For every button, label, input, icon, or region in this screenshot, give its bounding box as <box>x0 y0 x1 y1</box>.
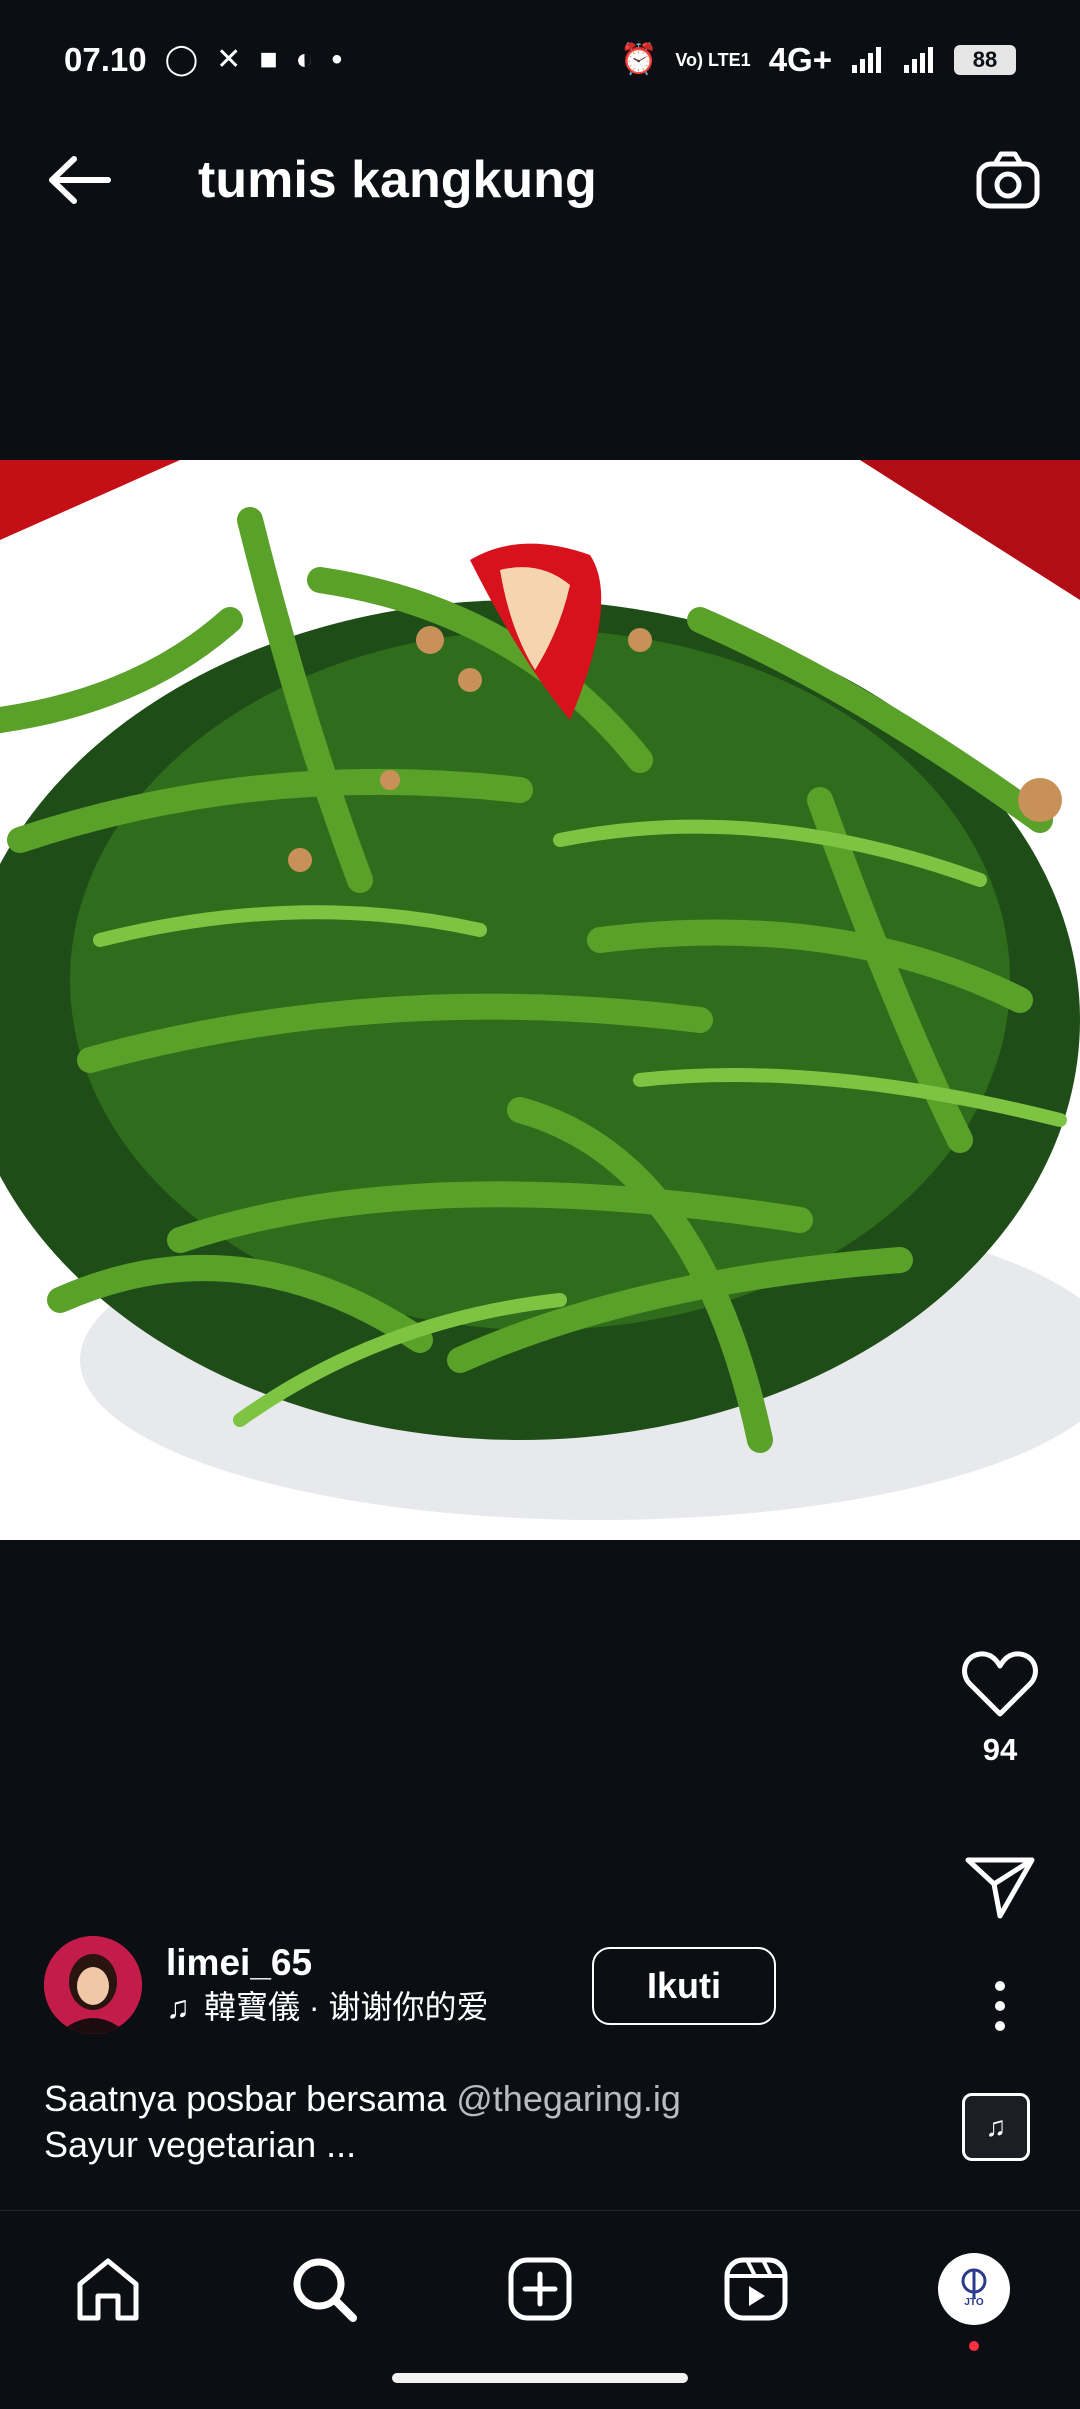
music-note-icon: ♫ <box>166 1989 190 2025</box>
home-icon <box>77 2258 139 2321</box>
heart-icon <box>962 1651 1038 1717</box>
compass-icon: ◐ <box>295 43 314 76</box>
audio-track-title: 韓寶儀 · 谢谢你的爱 <box>204 1989 489 2025</box>
top-bar: tumis kangkung <box>0 120 1080 240</box>
audio-thumbnail[interactable]: ♫ <box>962 2093 1030 2161</box>
nav-search[interactable] <box>282 2247 366 2331</box>
notification-dot <box>969 2341 979 2351</box>
post-image[interactable] <box>0 460 1080 1540</box>
add-post-icon <box>508 2257 572 2321</box>
profile-avatar-text: JTO <box>964 2297 984 2308</box>
volte-icon: Vo) LTE1 <box>675 50 751 70</box>
signal-icon <box>904 47 933 73</box>
author-row: limei_65 ♫ 韓寶儀 · 谢谢你的爱 <box>44 1935 488 2035</box>
caption-line-1: Saatnya posbar bersama @thegaring.ig <box>44 2076 681 2122</box>
network-type: 4G+ <box>768 41 832 78</box>
missed-call-icon: ✕ <box>216 43 242 76</box>
avatar-photo <box>44 1936 142 2034</box>
like-count: 94 <box>982 1732 1018 1767</box>
like-button[interactable]: 94 <box>948 1650 1052 1768</box>
arrow-left-icon <box>49 156 111 204</box>
back-button[interactable] <box>40 140 120 220</box>
nav-create[interactable] <box>498 2247 582 2331</box>
status-time: 07.10 <box>64 41 147 78</box>
author-text: limei_65 ♫ 韓寶儀 · 谢谢你的爱 <box>166 1941 488 2029</box>
caption-text: Saatnya posbar bersama <box>44 2078 457 2119</box>
caption-line-2: Sayur vegetarian ... <box>44 2124 357 2165</box>
whatsapp-icon: ◯ <box>164 43 199 76</box>
home-indicator[interactable] <box>392 2373 688 2383</box>
status-bar: 07.10 ◯ ✕ ■ ◐ • ⏰ Vo) LTE1 4G+ 88 <box>0 0 1080 120</box>
share-button[interactable] <box>948 1856 1052 1920</box>
avatar[interactable] <box>44 1936 142 2034</box>
nav-reels[interactable] <box>714 2247 798 2331</box>
status-right: ⏰ Vo) LTE1 4G+ 88 <box>620 41 1016 79</box>
status-left: 07.10 ◯ ✕ ■ ◐ • <box>64 41 342 79</box>
more-options-button[interactable] <box>948 1980 1052 2032</box>
dot-icon: • <box>331 43 343 76</box>
nav-home[interactable] <box>66 2247 150 2331</box>
author-username[interactable]: limei_65 <box>166 1941 488 1985</box>
battery-icon: 88 <box>954 45 1016 75</box>
food-photo <box>0 460 1080 1540</box>
profile-avatar <box>938 2253 1010 2325</box>
audio-track[interactable]: ♫ 韓寶儀 · 谢谢你的爱 <box>166 1985 488 2029</box>
more-vertical-icon <box>995 1981 1005 2031</box>
camera-button[interactable] <box>970 142 1046 218</box>
shopping-bag-icon: ■ <box>259 43 278 76</box>
reels-icon <box>724 2257 788 2321</box>
caption[interactable]: Saatnya posbar bersama @thegaring.ig Say… <box>44 2076 681 2168</box>
send-icon <box>965 1857 1035 1919</box>
follow-button[interactable]: Ikuti <box>592 1947 776 2025</box>
page-title: tumis kangkung <box>198 151 597 209</box>
search-icon <box>293 2258 357 2322</box>
signal-icon <box>852 47 881 73</box>
music-note-icon: ♫ <box>985 2111 1007 2142</box>
alarm-icon: ⏰ <box>620 43 658 76</box>
nav-profile[interactable]: JTO <box>932 2247 1016 2351</box>
camera-icon <box>976 151 1040 209</box>
caption-mention[interactable]: @thegaring.ig <box>456 2078 681 2119</box>
